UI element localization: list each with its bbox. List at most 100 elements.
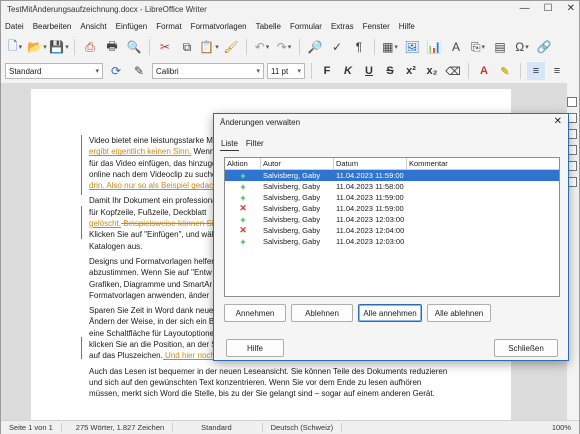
clone-formatting-icon[interactable]: 🖌 bbox=[221, 37, 241, 57]
insert-icon: + bbox=[240, 181, 246, 192]
undo-icon[interactable]: ↶ bbox=[252, 37, 272, 57]
delete-icon: ✕ bbox=[239, 225, 247, 235]
changes-list[interactable]: Aktion Autor Datum Kommentar + Salvisber… bbox=[224, 157, 560, 297]
status-words[interactable]: 275 Wörter, 1.827 Zeichen bbox=[62, 423, 174, 432]
clear-formatting-icon[interactable]: ⌫ bbox=[444, 62, 462, 80]
text-run: Designs und Formatvorlagen helfer bbox=[89, 256, 214, 266]
new-style-icon[interactable]: ✎ bbox=[129, 61, 149, 81]
insert-table-icon[interactable]: ▦ bbox=[380, 37, 400, 57]
close-icon[interactable]: ✕ bbox=[554, 116, 562, 127]
status-style[interactable]: Standard bbox=[173, 423, 263, 432]
change-row[interactable]: + Salvisberg, Gaby 11.04.2023 11:59:00 bbox=[225, 192, 559, 203]
insert-special-character-icon[interactable]: Ω bbox=[512, 37, 532, 57]
superscript-icon[interactable]: x² bbox=[402, 62, 420, 80]
chevron-down-icon: ▾ bbox=[256, 68, 260, 75]
reject-button[interactable]: Ablehnen bbox=[291, 304, 353, 322]
save-icon[interactable]: 💾 bbox=[49, 37, 69, 57]
close-button[interactable]: Schließen bbox=[494, 339, 558, 357]
print-preview-icon[interactable]: 🔍 bbox=[124, 37, 144, 57]
status-zoom[interactable]: 100% bbox=[544, 423, 579, 432]
help-button[interactable]: Hilfe bbox=[226, 339, 284, 357]
strikethrough-icon[interactable]: S bbox=[381, 62, 399, 80]
new-document-icon[interactable]: 🗋 bbox=[5, 37, 25, 57]
update-style-icon[interactable]: ⟳ bbox=[106, 61, 126, 81]
paragraph: Auch das Lesen ist bequemer in der neuen… bbox=[89, 366, 459, 400]
menu-bar: Datei Bearbeiten Ansicht Einfügen Format… bbox=[1, 19, 579, 33]
italic-icon[interactable]: K bbox=[339, 62, 357, 80]
font-name-select[interactable]: Calibri ▾ bbox=[152, 63, 264, 79]
status-language[interactable]: Deutsch (Schweiz) bbox=[263, 423, 343, 432]
insert-hyperlink-icon[interactable]: 🔗 bbox=[534, 37, 554, 57]
menu-extras[interactable]: Extras bbox=[331, 22, 354, 31]
column-header-datum[interactable]: Datum bbox=[334, 158, 407, 169]
tab-filter[interactable]: Filter bbox=[245, 138, 265, 151]
toolbar-separator bbox=[520, 63, 521, 79]
menu-hilfe[interactable]: Hilfe bbox=[399, 22, 415, 31]
insert-chart-icon[interactable]: 📊 bbox=[424, 37, 444, 57]
copy-icon[interactable]: ⧉ bbox=[177, 37, 197, 57]
properties-icon[interactable] bbox=[566, 97, 577, 107]
menu-ansicht[interactable]: Ansicht bbox=[80, 22, 106, 31]
redo-icon[interactable]: ↷ bbox=[274, 37, 294, 57]
text-run: abzustimmen. Wenn Sie auf "Entw bbox=[89, 268, 212, 278]
menu-fenster[interactable]: Fenster bbox=[363, 22, 390, 31]
status-page[interactable]: Seite 1 von 1 bbox=[1, 423, 62, 432]
align-left-icon[interactable]: ≡ bbox=[527, 62, 545, 80]
change-row[interactable]: + Salvisberg, Gaby 11.04.2023 11:58:00 bbox=[225, 181, 559, 192]
cut-icon[interactable]: ✂ bbox=[155, 37, 175, 57]
menu-format[interactable]: Format bbox=[156, 22, 181, 31]
menu-tabelle[interactable]: Tabelle bbox=[256, 22, 281, 31]
accept-all-button[interactable]: Alle annehmen bbox=[358, 304, 422, 322]
text-run: Wenn bbox=[191, 147, 215, 157]
insert-icon: + bbox=[240, 214, 246, 225]
change-row[interactable]: ✕ Salvisberg, Gaby 11.04.2023 12:04:00 bbox=[225, 225, 559, 236]
menu-datei[interactable]: Datei bbox=[5, 22, 24, 31]
column-header-aktion[interactable]: Aktion bbox=[225, 158, 261, 169]
formatting-marks-icon[interactable]: ¶ bbox=[349, 37, 369, 57]
font-size-select[interactable]: 11 pt ▾ bbox=[267, 63, 305, 79]
menu-formular[interactable]: Formular bbox=[290, 22, 322, 31]
change-row[interactable]: ✕ Salvisberg, Gaby 11.04.2023 11:59:00 bbox=[225, 203, 559, 214]
accept-button[interactable]: Annehmen bbox=[224, 304, 286, 322]
change-row[interactable]: + Salvisberg, Gaby 11.04.2023 11:59:00 bbox=[225, 170, 559, 181]
changes-list-header: Aktion Autor Datum Kommentar bbox=[225, 158, 559, 170]
font-color-icon[interactable]: A bbox=[475, 62, 493, 80]
paste-icon[interactable]: 📋 bbox=[199, 37, 219, 57]
change-row[interactable]: + Salvisberg, Gaby 11.04.2023 12:03:00 bbox=[225, 214, 559, 225]
print-icon[interactable]: 🖶 bbox=[102, 37, 122, 57]
menu-bearbeiten[interactable]: Bearbeiten bbox=[33, 22, 72, 31]
align-center-icon[interactable]: ≡ bbox=[548, 62, 566, 80]
text-run: Auch das Lesen ist bequemer in der neuen… bbox=[89, 366, 448, 376]
insert-textbox-icon[interactable]: A bbox=[446, 37, 466, 57]
column-header-autor[interactable]: Autor bbox=[261, 158, 334, 169]
find-replace-icon[interactable]: 🔎 bbox=[305, 37, 325, 57]
highlight-color-icon[interactable]: ✎ bbox=[496, 62, 514, 80]
underline-icon[interactable]: U bbox=[360, 62, 378, 80]
subscript-icon[interactable]: x₂ bbox=[423, 62, 441, 80]
menu-formatvorlagen[interactable]: Formatvorlagen bbox=[191, 22, 247, 31]
change-date: 11.04.2023 12:03:00 bbox=[336, 237, 405, 246]
toolbar-separator bbox=[149, 39, 150, 55]
change-row[interactable]: + Salvisberg, Gaby 11.04.2023 12:03:00 bbox=[225, 236, 559, 247]
paragraph-style-select[interactable]: Standard ▾ bbox=[5, 63, 103, 79]
insert-image-icon[interactable]: 🖼 bbox=[402, 37, 422, 57]
insert-field-icon[interactable]: ▤ bbox=[490, 37, 510, 57]
tracked-deletion: Beispielsweise können Si bbox=[121, 219, 214, 229]
reject-all-button[interactable]: Alle ablehnen bbox=[427, 304, 491, 322]
open-folder-icon[interactable]: 📂 bbox=[27, 37, 47, 57]
column-header-kommentar[interactable]: Kommentar bbox=[407, 158, 559, 169]
text-run: Formatvorlagen anwenden, änder bbox=[89, 290, 210, 300]
tracked-insertion: Und hier noch bbox=[162, 351, 215, 361]
toolbar-separator bbox=[74, 39, 75, 55]
text-run: für Kopfzeile, Fußzeile, Deckblatt bbox=[89, 207, 207, 217]
export-pdf-icon[interactable]: ⎙ bbox=[80, 37, 100, 57]
menu-einfuegen[interactable]: Einfügen bbox=[116, 22, 148, 31]
minimize-button[interactable]: — bbox=[520, 3, 530, 14]
tab-liste[interactable]: Liste bbox=[220, 138, 239, 151]
spelling-icon[interactable]: ✓ bbox=[327, 37, 347, 57]
insert-page-break-icon[interactable]: ⎘ bbox=[468, 37, 488, 57]
bold-icon[interactable]: F bbox=[318, 62, 336, 80]
close-window-button[interactable]: ✕ bbox=[567, 3, 575, 14]
maximize-button[interactable]: ☐ bbox=[544, 3, 553, 14]
text-run: Ändern der Weise, in der sich ein B bbox=[89, 317, 215, 327]
